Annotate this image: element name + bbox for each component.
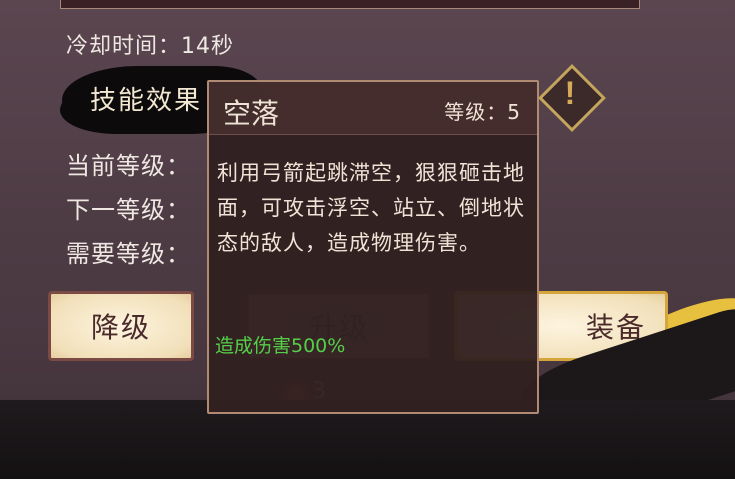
skill-name: 空落 [223,97,280,130]
current-level-label: 当前等级： [66,152,191,180]
section-title: 技能效果 [90,86,203,116]
top-frame-strip [60,0,640,9]
cooldown-text: 冷却时间：14秒 [66,34,234,59]
skill-level: 等级：5 [444,100,521,124]
downgrade-button[interactable]: 降级 [48,291,194,361]
required-level-label: 需要等级： [66,240,191,268]
skill-description: 利用弓箭起跳滞空，狠狠砸击地面，可攻击浮空、站立、倒地状态的敌人，造成物理伤害。 [217,161,525,255]
skill-effect: 造成伤害500% [215,335,346,357]
tooltip-header: 空落 等级：5 [209,82,537,135]
warning-exclamation-icon: ! [564,75,576,111]
skill-tooltip: 空落 等级：5 利用弓箭起跳滞空，狠狠砸击地面，可攻击浮空、站立、倒地状态的敌人… [207,80,539,414]
next-level-label: 下一等级： [66,196,191,224]
